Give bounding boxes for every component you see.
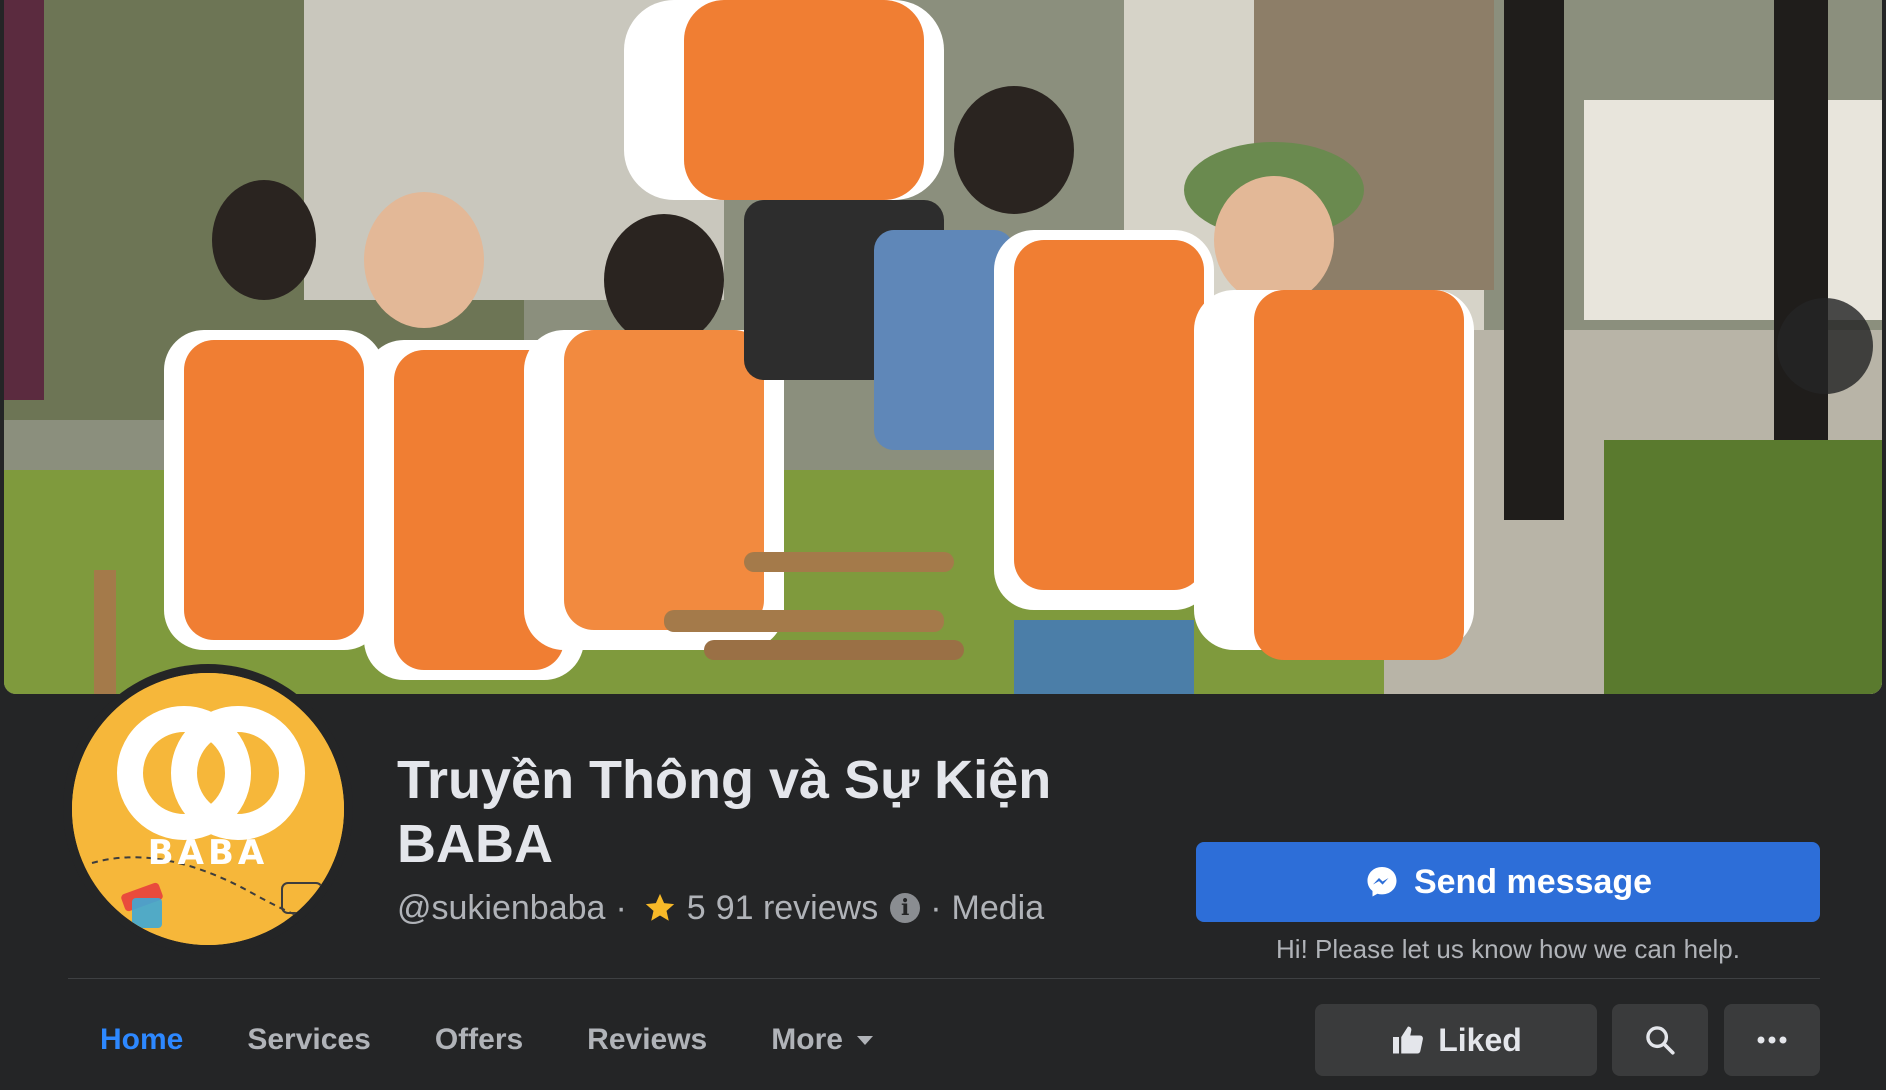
info-icon[interactable]: i: [890, 893, 921, 923]
page-title: Truyền Thông và Sự Kiện BABA: [397, 750, 1052, 874]
liked-label: Liked: [1438, 1021, 1522, 1058]
star-icon: [645, 893, 674, 921]
tab-services[interactable]: Services: [215, 1004, 402, 1076]
meta-separator-2: ·: [930, 888, 942, 927]
baba-logo: BABA: [72, 673, 344, 945]
page-root: BABA Truyền Thông và Sự Kiện BABA @sukie…: [0, 0, 1886, 1090]
tab-services-label: Services: [247, 1023, 371, 1056]
header-divider: [68, 978, 1820, 979]
chevron-right-icon: [1777, 298, 1882, 694]
baba-logo-image: [72, 673, 344, 945]
tab-more[interactable]: More: [739, 1004, 905, 1076]
send-message-button[interactable]: Send message: [1196, 842, 1820, 922]
tab-offers-label: Offers: [434, 1023, 524, 1056]
tab-home[interactable]: Home: [68, 1004, 215, 1076]
send-message-label: Send message: [1413, 862, 1653, 901]
page-username: @sukienbaba: [397, 888, 606, 927]
profile-avatar[interactable]: BABA: [63, 664, 353, 954]
thumbs-up-icon: [1393, 1026, 1424, 1054]
reviews-count[interactable]: 91 reviews: [716, 889, 879, 928]
cover-photo-image: [4, 0, 1882, 694]
page-tabs: Home Services Offers Reviews More: [68, 1004, 905, 1076]
more-options-button[interactable]: [1724, 1004, 1820, 1076]
liked-button[interactable]: Liked: [1315, 1004, 1597, 1076]
cover-next-button[interactable]: [1777, 298, 1873, 394]
messenger-icon: [1367, 867, 1397, 897]
ellipsis-icon: [1757, 1036, 1787, 1044]
page-meta: @sukienbaba · 5 91 reviews i · Media: [397, 888, 1044, 928]
tab-reviews-label: Reviews: [587, 1023, 708, 1056]
tab-offers[interactable]: Offers: [403, 1004, 555, 1076]
tab-home-label: Home: [100, 1023, 184, 1056]
rating-value: 5: [686, 888, 706, 927]
page-category: Media: [951, 888, 1045, 927]
cover-photo[interactable]: [4, 0, 1882, 694]
caret-down-icon: [856, 1035, 873, 1045]
tab-more-label: More: [771, 1023, 843, 1056]
meta-separator: ·: [615, 888, 627, 927]
search-icon: [1646, 1026, 1675, 1055]
help-text: Hi! Please let us know how we can help.: [1276, 934, 1740, 964]
logo-wordmark: BABA: [147, 833, 269, 873]
tab-reviews[interactable]: Reviews: [555, 1004, 739, 1076]
search-button[interactable]: [1612, 1004, 1708, 1076]
